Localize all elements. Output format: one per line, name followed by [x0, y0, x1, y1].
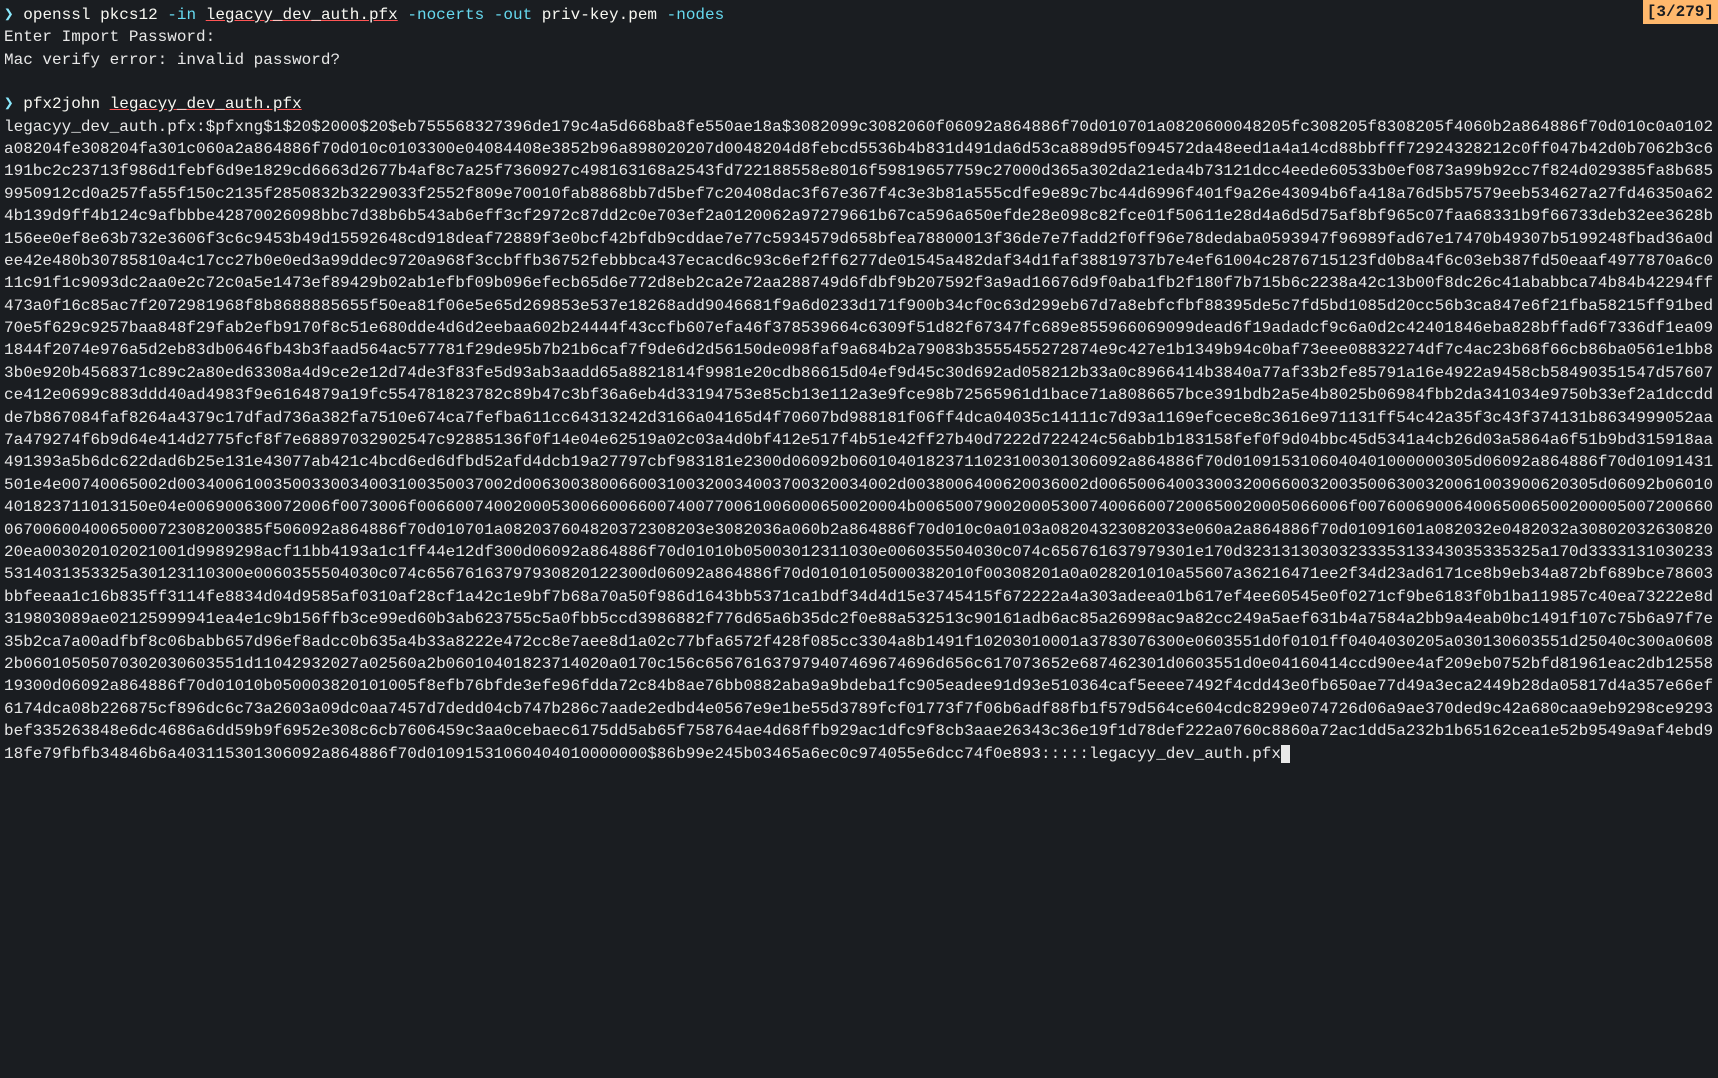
cmd1-opt-nodes: -nodes — [667, 6, 725, 24]
blank-line — [4, 71, 1714, 93]
output-line-1: Enter Import Password: — [4, 26, 1714, 48]
cmd1-opt-nocerts: -nocerts — [407, 6, 484, 24]
cursor — [1281, 745, 1290, 763]
hash-text: legacyy_dev_auth.pfx:$pfxng$1$20$2000$20… — [4, 118, 1713, 763]
hash-output: legacyy_dev_auth.pfx:$pfxng$1$20$2000$20… — [4, 116, 1714, 765]
cmd1-opt-in: -in — [167, 6, 196, 24]
prompt-2: ❯ — [4, 95, 14, 113]
cmd1-opt-out: -out — [494, 6, 532, 24]
cmd1-file-in: legacyy_dev_auth.pfx — [206, 6, 398, 24]
cmd2-tool: pfx2john — [23, 95, 100, 113]
cmd1-subcommand: pkcs12 — [100, 6, 158, 24]
command-line-1: ❯ openssl pkcs12 -in legacyy_dev_auth.pf… — [4, 4, 1714, 26]
cmd2-file: legacyy_dev_auth.pfx — [110, 95, 302, 113]
search-counter: [3/279] — [1643, 0, 1718, 24]
cmd1-tool: openssl — [23, 6, 90, 24]
prompt-1: ❯ — [4, 6, 14, 24]
command-line-2: ❯ pfx2john legacyy_dev_auth.pfx — [4, 93, 1714, 115]
cmd1-file-out: priv-key.pem — [542, 6, 657, 24]
output-line-2: Mac verify error: invalid password? — [4, 49, 1714, 71]
